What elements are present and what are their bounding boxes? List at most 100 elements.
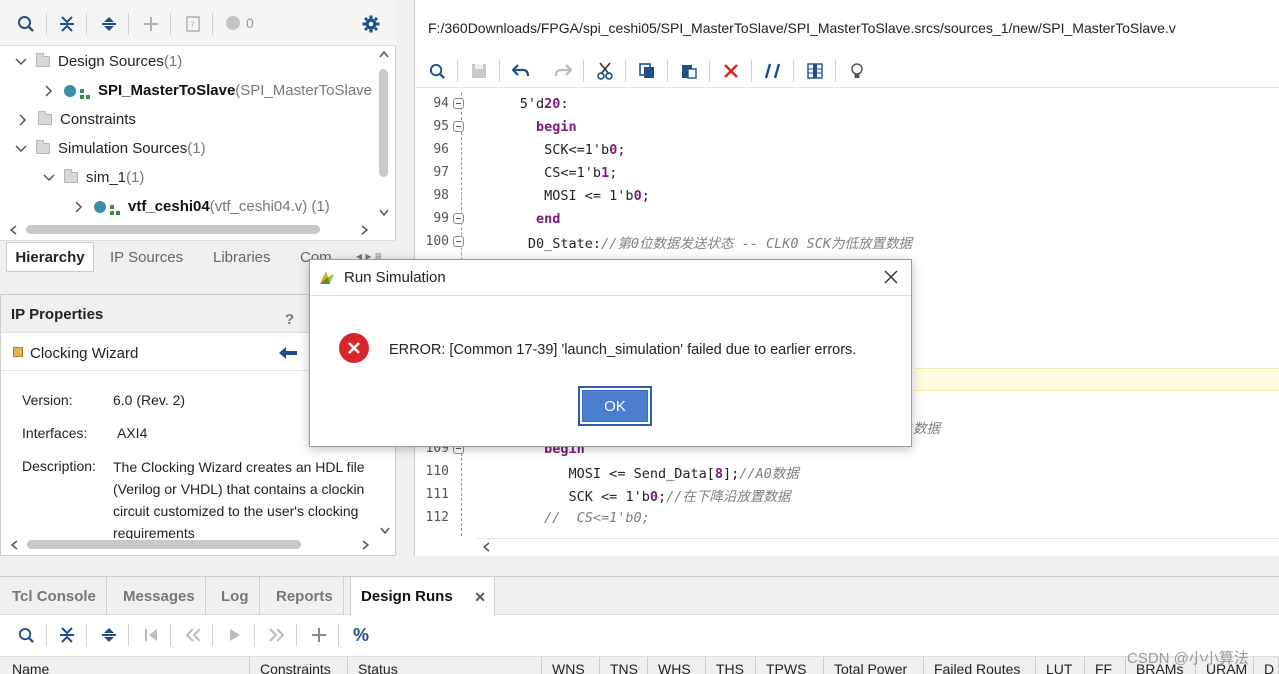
code-line[interactable]: 99 end <box>415 207 1275 230</box>
code-line[interactable]: 100 D0_State://第0位数据发送状态 -- CLK0 SCK为低放置… <box>415 230 1275 253</box>
tab-reports[interactable]: Reports <box>266 577 344 615</box>
code-line[interactable]: 112 // CS<=1'b0; <box>415 506 1275 529</box>
scroll-thumb[interactable] <box>26 225 320 234</box>
collapse-all-icon[interactable] <box>53 10 81 38</box>
code-line[interactable]: 97 CS<=1'b1; <box>415 161 1275 184</box>
code-line[interactable]: 95 begin <box>415 115 1275 138</box>
redo-icon[interactable] <box>549 57 577 85</box>
chevron-right-icon[interactable] <box>42 84 56 98</box>
play-icon[interactable] <box>221 621 249 649</box>
ip-scrollbar-vertical[interactable] <box>377 523 393 539</box>
chevron-right-icon[interactable] <box>72 200 86 214</box>
column-header[interactable]: Total Power <box>824 657 924 674</box>
fold-toggle-icon[interactable] <box>453 121 464 132</box>
scroll-up-icon[interactable] <box>379 51 389 58</box>
tree-row-spi-master[interactable]: SPI_MasterToSlave (SPI_MasterToSlave <box>4 76 372 105</box>
tree-scrollbar-horizontal[interactable] <box>4 222 376 238</box>
column-header[interactable]: D <box>1254 657 1279 674</box>
ip-scrollbar-horizontal[interactable] <box>5 537 377 553</box>
column-header[interactable]: Failed Routes <box>924 657 1036 674</box>
cut-icon[interactable] <box>591 57 619 85</box>
code-line[interactable]: 110 MOSI <= Send_Data[8];//A0数据 <box>415 460 1275 483</box>
save-icon[interactable] <box>465 57 493 85</box>
search-icon[interactable] <box>12 621 40 649</box>
search-icon[interactable] <box>423 57 451 85</box>
tab-messages[interactable]: Messages <box>113 577 206 615</box>
chevron-down-icon[interactable] <box>14 55 28 69</box>
scroll-left-icon[interactable] <box>10 225 17 235</box>
column-select-icon[interactable] <box>801 57 829 85</box>
tree-row-sim-1[interactable]: sim_1 (1) <box>4 163 144 192</box>
chevron-right-icon[interactable] <box>16 113 30 127</box>
back-arrow-icon[interactable] <box>279 347 297 359</box>
column-header[interactable]: Name <box>2 657 250 674</box>
code-token: ; <box>609 164 618 181</box>
scroll-left-icon[interactable] <box>11 540 18 550</box>
code-line[interactable]: 111 SCK <= 1'b0;//在下降沿放置数据 <box>415 483 1275 506</box>
fold-toggle-icon[interactable] <box>453 98 464 109</box>
column-header[interactable]: WNS <box>542 657 600 674</box>
tab-ip-sources[interactable]: IP Sources <box>110 242 183 272</box>
chevron-down-icon[interactable] <box>14 142 28 156</box>
bottom-tabs: Tcl Console Messages Log Reports Design … <box>0 577 1279 616</box>
column-header[interactable]: THS <box>706 657 756 674</box>
next-icon[interactable] <box>263 621 291 649</box>
column-header[interactable]: WHS <box>648 657 706 674</box>
search-icon[interactable] <box>12 10 40 38</box>
add-sources-icon[interactable] <box>137 10 165 38</box>
code-line[interactable]: 98 MOSI <= 1'b0; <box>415 184 1275 207</box>
scroll-down-icon[interactable] <box>380 527 390 534</box>
tab-log[interactable]: Log <box>211 577 260 615</box>
source-properties-icon[interactable]: ? <box>179 10 207 38</box>
fold-toggle-icon[interactable] <box>453 236 464 247</box>
code-line[interactable]: 94 5'd20: <box>415 92 1275 115</box>
column-header[interactable]: Status <box>348 657 542 674</box>
tab-libraries[interactable]: Libraries <box>213 242 271 272</box>
scroll-right-icon[interactable] <box>362 540 369 550</box>
tree-scrollbar-vertical[interactable] <box>376 47 392 223</box>
copy-icon[interactable] <box>633 57 661 85</box>
delete-icon[interactable] <box>717 57 745 85</box>
tree-row-design-sources[interactable]: Design Sources (1) <box>4 47 182 76</box>
code-token: MOSI <= 1'b <box>544 187 634 204</box>
tab-hierarchy[interactable]: Hierarchy <box>6 242 94 272</box>
chevron-down-icon[interactable] <box>42 171 56 185</box>
tree-row-simulation-sources[interactable]: Simulation Sources (1) <box>4 134 206 163</box>
scroll-left-icon[interactable] <box>483 542 490 552</box>
ok-button-face[interactable]: OK <box>582 390 648 422</box>
close-icon[interactable] <box>882 268 902 288</box>
code-line[interactable]: 96 SCK<=1'b0; <box>415 138 1275 161</box>
scroll-thumb[interactable] <box>379 69 388 177</box>
tree-suffix: (1) <box>126 169 145 186</box>
column-header[interactable]: FF <box>1085 657 1126 674</box>
close-icon[interactable]: ✕ <box>474 589 486 606</box>
scroll-down-icon[interactable] <box>379 209 389 216</box>
first-icon[interactable] <box>137 621 165 649</box>
column-header[interactable]: TNS <box>600 657 648 674</box>
collapse-all-icon[interactable] <box>53 621 81 649</box>
expand-all-icon[interactable] <box>95 621 123 649</box>
gear-icon[interactable] <box>357 10 385 38</box>
comment-toggle-icon[interactable] <box>759 57 787 85</box>
lightbulb-icon[interactable] <box>843 57 871 85</box>
expand-all-icon[interactable] <box>95 10 123 38</box>
editor-scrollbar-horizontal[interactable] <box>477 538 1279 554</box>
column-header[interactable]: Constraints <box>250 657 348 674</box>
tab-design-runs[interactable]: Design Runs ✕ <box>350 577 495 616</box>
paste-icon[interactable] <box>675 57 703 85</box>
ok-button[interactable]: OK <box>578 386 652 426</box>
tab-tcl-console[interactable]: Tcl Console <box>2 577 107 615</box>
previous-icon[interactable] <box>179 621 207 649</box>
column-header[interactable]: LUT <box>1036 657 1085 674</box>
undo-icon[interactable] <box>507 57 535 85</box>
add-icon[interactable] <box>305 621 333 649</box>
help-icon[interactable]: ? <box>285 311 294 328</box>
column-header[interactable]: TPWS <box>756 657 824 674</box>
tree-row-constraints[interactable]: Constraints <box>4 105 136 134</box>
scroll-thumb[interactable] <box>27 540 301 549</box>
fold-toggle-icon[interactable] <box>453 213 464 224</box>
tree-row-vtf-ceshi04[interactable]: vtf_ceshi04 (vtf_ceshi04.v) (1) <box>4 192 330 221</box>
percent-icon[interactable]: % <box>347 621 375 649</box>
module-dot-icon <box>94 200 106 213</box>
scroll-right-icon[interactable] <box>361 225 368 235</box>
